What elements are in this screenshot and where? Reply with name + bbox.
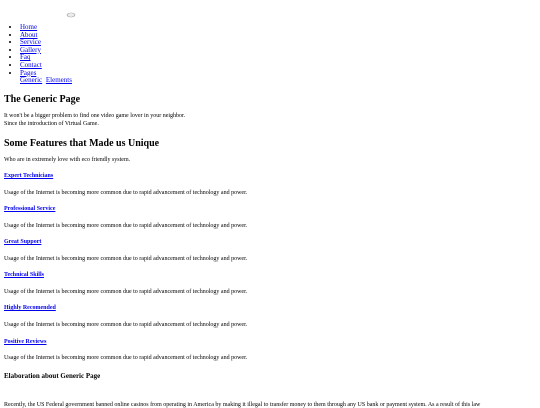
submenu-link-elements[interactable]: Elements: [46, 76, 72, 84]
intro-text: It won't be a bigger problem to find one…: [4, 113, 186, 127]
feature-link-professional-service[interactable]: Professional Service: [4, 206, 55, 212]
feature-link-technical-skills[interactable]: Technical Skills: [4, 272, 44, 278]
nav-item-pages: Pages Generic Elements: [20, 69, 74, 85]
feature-title: Highly Recomended: [4, 305, 56, 311]
pages-submenu: Generic Elements: [20, 76, 74, 85]
feature-description: Usage of the Internet is becoming more c…: [4, 190, 248, 196]
feature-title: Positive Reviews: [4, 339, 47, 345]
feature-link-positive-reviews[interactable]: Positive Reviews: [4, 339, 47, 345]
feature-description: Usage of the Internet is becoming more c…: [4, 223, 248, 229]
feature-description: Usage of the Internet is becoming more c…: [4, 256, 248, 262]
feature-title: Expert Technicians: [4, 173, 53, 179]
elaboration-text: Recently, the US Federal government bann…: [4, 402, 481, 408]
feature-description: Usage of the Internet is becoming more c…: [4, 355, 248, 361]
feature-description: Usage of the Internet is becoming more c…: [4, 322, 248, 328]
feature-link-great-support[interactable]: Great Support: [4, 239, 41, 245]
feature-title: Professional Service: [4, 206, 55, 212]
main-nav: Home About Service Gallery Faq Contact P…: [0, 23, 74, 85]
feature-title: Technical Skills: [4, 272, 44, 278]
feature-title: Great Support: [4, 239, 41, 245]
submenu-link-generic[interactable]: Generic: [20, 76, 42, 84]
logo-image: [66, 12, 76, 18]
page-title: The Generic Page: [4, 94, 81, 105]
feature-description: Usage of the Internet is becoming more c…: [4, 289, 248, 295]
elaboration-title: Elaboration about Generic Page: [4, 372, 101, 380]
feature-link-expert-technicians[interactable]: Expert Technicians: [4, 173, 53, 179]
features-subtitle: Who are in extremely love with eco frien…: [4, 157, 131, 163]
features-title: Some Features that Made us Unique: [4, 138, 160, 149]
feature-link-highly-recomended[interactable]: Highly Recomended: [4, 305, 56, 311]
